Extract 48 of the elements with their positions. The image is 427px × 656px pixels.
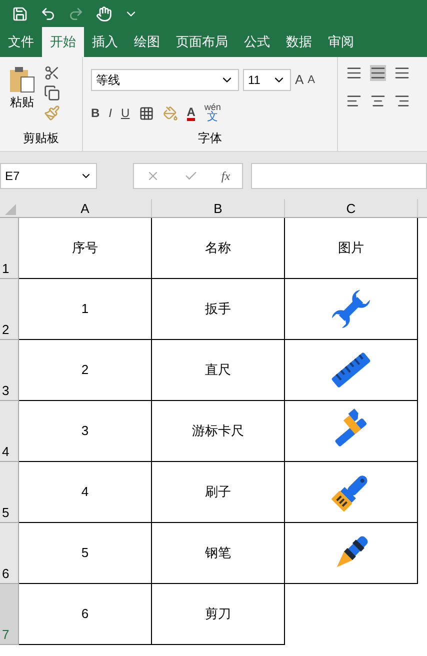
table-cell: 刷子 (152, 462, 285, 523)
underline-button[interactable]: U (121, 104, 130, 122)
ribbon-tab[interactable]: 公式 (236, 27, 278, 57)
insert-function-button[interactable]: fx (221, 166, 230, 184)
name-box[interactable]: E7 (0, 162, 97, 188)
ribbon-tab[interactable]: 插入 (84, 27, 126, 57)
table-cell: 直尺 (152, 340, 285, 401)
table-cell: 4 (19, 462, 152, 523)
row-header[interactable]: 4 (0, 401, 19, 462)
phonetic-button[interactable]: wén 文 (204, 103, 221, 123)
row-header[interactable]: 2 (0, 279, 19, 340)
ribbon-tab[interactable]: 开始 (42, 27, 84, 57)
table-cell: 钢笔 (152, 523, 285, 584)
table-cell: 2 (19, 340, 152, 401)
font-color-button[interactable]: A (186, 106, 196, 120)
font-size-field[interactable]: 11 (243, 69, 291, 91)
table-cell: 图片 (285, 218, 418, 279)
ribbon-tab[interactable]: 页面布局 (168, 27, 236, 57)
group-label: 字体 (197, 130, 223, 147)
row-header[interactable]: 3 (0, 340, 19, 401)
group-label: 剪贴板 (22, 130, 60, 147)
table-cell: 1 (19, 279, 152, 340)
row-header[interactable]: 7 (0, 584, 19, 645)
column-header[interactable]: C (285, 199, 418, 217)
font-name-field[interactable]: 等线 (91, 69, 239, 91)
italic-button[interactable]: I (108, 104, 112, 122)
ribbon-tab[interactable]: 绘图 (126, 27, 168, 57)
paste-button[interactable]: 粘贴 (4, 65, 40, 129)
table-cell: 剪刀 (152, 584, 285, 645)
bold-button[interactable]: B (91, 104, 100, 122)
table-cell: 序号 (19, 218, 152, 279)
ribbon-tab[interactable]: 数据 (278, 27, 320, 57)
row-header[interactable]: 1 (0, 218, 19, 279)
ribbon-tab[interactable]: 审阅 (320, 27, 362, 57)
table-cell: 扳手 (152, 279, 285, 340)
table-cell: 3 (19, 401, 152, 462)
table-cell: 6 (19, 584, 152, 645)
column-header[interactable]: A (19, 199, 152, 217)
table-cell: 5 (19, 523, 152, 584)
table-cell: 游标卡尺 (152, 401, 285, 462)
grow-font-button[interactable]: A (295, 70, 304, 90)
phonetic-glyph: 文 (207, 112, 218, 123)
row-header[interactable]: 6 (0, 523, 19, 584)
row-header[interactable]: 5 (0, 462, 19, 523)
table-cell: 名称 (152, 218, 285, 279)
shrink-font-button[interactable]: A (308, 72, 316, 88)
ribbon-tab[interactable]: 文件 (0, 27, 42, 57)
column-header[interactable]: B (152, 199, 285, 217)
